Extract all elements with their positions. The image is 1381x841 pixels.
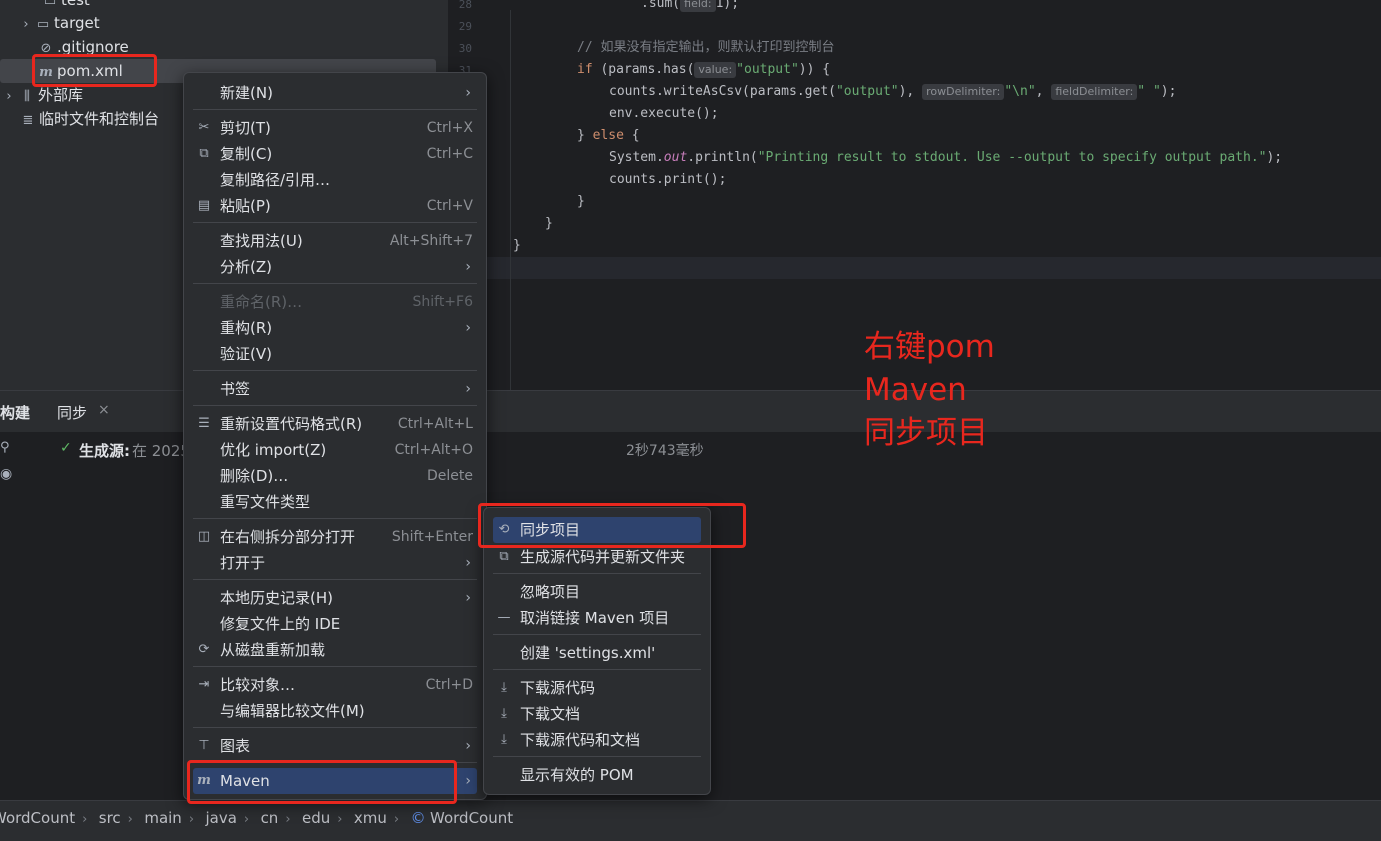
code-line: counts.writeAsCsv(params.get("output"), …: [609, 84, 1177, 100]
menu-item-ignore-project[interactable]: 忽略项目: [493, 579, 701, 605]
menu-item-refactor[interactable]: 重构(R) ›: [193, 315, 477, 341]
menu-item-analyze[interactable]: 分析(Z) ›: [193, 254, 477, 280]
annotation-box-maven: [187, 760, 457, 804]
menu-item-open-in[interactable]: 打开于 ›: [193, 550, 477, 576]
breadcrumb-java[interactable]: java: [205, 809, 236, 827]
menu-item-bookmarks[interactable]: 书签 ›: [193, 376, 477, 402]
annotation-text: 右键pom Maven 同步项目: [864, 329, 995, 451]
diagram-icon: ⊤: [198, 738, 210, 753]
reload-icon: ⟳: [198, 642, 210, 657]
menu-item-show-effective-pom[interactable]: 显示有效的 POM: [493, 762, 701, 788]
menu-item-delete[interactable]: 删除(D)… Delete: [193, 463, 477, 489]
param-hint: rowDelimiter:: [922, 84, 1005, 100]
menu-item-optimize-imports[interactable]: 优化 import(Z) Ctrl+Alt+O: [193, 437, 477, 463]
context-menu: 新建(N) › ✂ 剪切(T) Ctrl+X ⧉ 复制(C) Ctrl+C 复制路径/引用…: [183, 72, 487, 800]
build-status-label: 生成源:: [79, 442, 130, 460]
indent-guide: [510, 10, 511, 390]
code-line: }: [545, 216, 553, 231]
code-line: }: [513, 238, 521, 253]
menu-item-compare-with-editor[interactable]: 与编辑器比较文件(M): [193, 698, 477, 724]
line-number: 28: [458, 0, 472, 11]
tree-item-scratches[interactable]: ≣ 临时文件和控制台: [20, 107, 159, 131]
menu-item-download-sources-and-docs[interactable]: ⤓ 下载源代码和文档: [493, 727, 701, 753]
menu-item-find-usages[interactable]: 查找用法(U) Alt+Shift+7: [193, 228, 477, 254]
cut-icon: ✂: [198, 120, 210, 135]
tab-sync[interactable]: 同步: [57, 402, 87, 423]
caret-row-highlight: [486, 257, 1381, 279]
scratch-icon: ≣: [22, 113, 34, 128]
build-duration: 2秒743毫秒: [626, 443, 704, 459]
chevron-right-icon[interactable]: ›: [20, 13, 32, 37]
chevron-right-icon[interactable]: ›: [2, 85, 16, 109]
close-tab-icon[interactable]: ×: [98, 402, 110, 418]
annotation-box-sync: [478, 503, 746, 548]
eye-icon[interactable]: ◉: [0, 466, 12, 482]
breadcrumb-class[interactable]: WordCount: [430, 809, 513, 827]
menu-item-diagrams[interactable]: ⊤ 图表 ›: [193, 733, 477, 759]
download-icon: ⤓: [501, 680, 507, 695]
breadcrumb-edu[interactable]: edu: [302, 809, 330, 827]
param-hint: field:: [680, 0, 716, 12]
menu-item-open-split-right[interactable]: ◫ 在右侧拆分部分打开 Shift+Enter: [193, 524, 477, 550]
breadcrumb-xmu[interactable]: xmu: [354, 809, 387, 827]
compare-icon: ⇥: [198, 677, 210, 692]
breadcrumb-src[interactable]: src: [99, 809, 121, 827]
tab-build[interactable]: 构建: [0, 402, 30, 423]
menu-item-copy-path[interactable]: 复制路径/引用…: [193, 167, 477, 193]
folder-icon: ▭: [36, 17, 50, 32]
code-line: counts.print();: [609, 172, 727, 187]
param-hint: fieldDelimiter:: [1051, 84, 1138, 100]
menu-item-validate[interactable]: 验证(V): [193, 341, 477, 367]
menu-item-paste[interactable]: ▤ 粘贴(P) Ctrl+V: [193, 193, 477, 219]
menu-item-new[interactable]: 新建(N) ›: [193, 80, 477, 106]
menu-item-download-docs[interactable]: ⤓ 下载文档: [493, 701, 701, 727]
menu-item-reformat-code[interactable]: ☰ 重新设置代码格式(R) Ctrl+Alt+L: [193, 411, 477, 437]
navigation-bar: WordCount › src › main › java › cn › edu › xmu…: [0, 800, 1381, 841]
paste-icon: ▤: [197, 198, 211, 213]
line-number: 30: [458, 42, 472, 55]
breadcrumb: WordCount › src › main › java › cn › edu › xmu…: [0, 809, 513, 827]
download-icon: ⤓: [501, 706, 507, 721]
menu-item-compare-with[interactable]: ⇥ 比较对象… Ctrl+D: [193, 672, 477, 698]
menu-item-download-sources[interactable]: ⤓ 下载源代码: [493, 675, 701, 701]
code-line: if (params.has(value: "output")) {: [577, 62, 831, 78]
library-icon: ⫼: [24, 89, 30, 104]
split-icon: ◫: [197, 529, 211, 544]
code-line: env.execute();: [609, 106, 719, 121]
line-number: 29: [458, 20, 472, 33]
success-check-icon: ✓: [60, 440, 72, 456]
class-icon: ©: [410, 809, 426, 827]
menu-item-override-file-type[interactable]: 重写文件类型: [193, 489, 477, 515]
copy-icon: ⧉: [199, 146, 209, 161]
menu-item-create-settings-xml[interactable]: 创建 'settings.xml': [493, 640, 701, 666]
param-hint: value:: [694, 62, 737, 78]
download-icon: ⤓: [501, 732, 507, 747]
breadcrumb-main[interactable]: main: [144, 809, 181, 827]
menu-item-local-history[interactable]: 本地历史记录(H) ›: [193, 585, 477, 611]
minus-icon: —: [497, 610, 511, 625]
code-comment: // 如果没有指定输出，则默认打印到控制台: [577, 40, 835, 55]
code-line: }: [577, 194, 585, 209]
code-line: System.out.println("Printing result to s…: [609, 150, 1283, 165]
menu-item-repair-ide[interactable]: 修复文件上的 IDE: [193, 611, 477, 637]
annotation-box-pom: [32, 54, 157, 87]
code-line: .sum(field: 1);: [641, 0, 739, 15]
menu-item-rename[interactable]: 重命名(R)… Shift+F6: [193, 289, 477, 315]
reformat-icon: ☰: [198, 416, 210, 431]
breadcrumb-project[interactable]: WordCount: [0, 809, 75, 827]
tree-item-target[interactable]: › ▭ target: [20, 11, 99, 37]
menu-item-unlink-maven[interactable]: — 取消链接 Maven 项目: [493, 605, 701, 631]
build-status-text: 在 2025: [132, 442, 190, 460]
code-line: } else {: [577, 128, 640, 143]
menu-item-cut[interactable]: ✂ 剪切(T) Ctrl+X: [193, 115, 477, 141]
pin-icon[interactable]: ⚲: [0, 440, 10, 455]
breadcrumb-cn[interactable]: cn: [261, 809, 279, 827]
menu-item-copy[interactable]: ⧉ 复制(C) Ctrl+C: [193, 141, 477, 167]
menu-item-reload-from-disk[interactable]: ⟳ 从磁盘重新加载: [193, 637, 477, 663]
maven-submenu: ⟲ 同步项目 ⧉ 生成源代码并更新文件夹 忽略项目 — 取消链接 Maven 项目 创…: [483, 507, 711, 795]
